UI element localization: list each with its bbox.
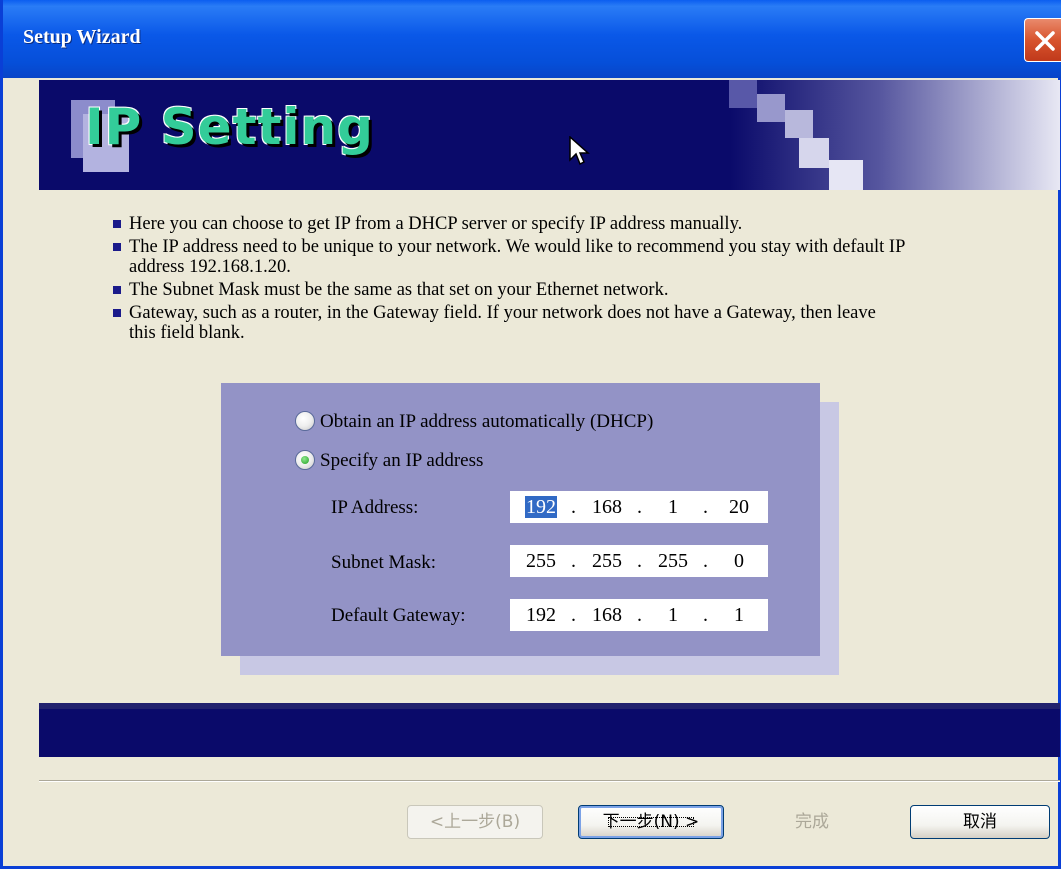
title-bar[interactable]: Setup Wizard <box>3 0 1061 78</box>
instructions-list: Here you can choose to get IP from a DHC… <box>111 214 971 346</box>
banner-title: IP Setting <box>85 98 374 156</box>
gateway-octet-3[interactable]: 1 <box>651 604 695 627</box>
dhcp-label: Obtain an IP address automatically (DHCP… <box>320 411 654 432</box>
instruction-item: Here you can choose to get IP from a DHC… <box>111 214 971 234</box>
subnet-octet-2[interactable]: 255 <box>585 550 629 573</box>
default-gateway-label: Default Gateway: <box>331 605 466 626</box>
finish-button[interactable]: 完成 <box>744 805 880 839</box>
mouse-pointer-icon <box>569 136 590 166</box>
subnet-octet-3[interactable]: 255 <box>651 550 695 573</box>
subnet-octet-4[interactable]: 0 <box>717 550 761 573</box>
banner-tile <box>729 80 757 108</box>
ip-address-field[interactable]: 192 . 168 . 1 . 20 <box>510 491 768 523</box>
dhcp-option[interactable]: Obtain an IP address automatically (DHCP… <box>295 410 654 437</box>
ip-octet-2[interactable]: 168 <box>585 496 629 519</box>
subnet-octet-1[interactable]: 255 <box>519 550 563 573</box>
specify-radio[interactable] <box>295 449 315 470</box>
close-icon <box>1035 31 1055 51</box>
window-title: Setup Wizard <box>23 26 141 48</box>
gateway-octet-1[interactable]: 192 <box>519 604 563 627</box>
cancel-button[interactable]: 取消 <box>910 805 1050 839</box>
specify-option[interactable]: Specify an IP address <box>295 449 484 476</box>
banner-tile <box>785 110 813 138</box>
gateway-octet-2[interactable]: 168 <box>585 604 629 627</box>
close-button[interactable] <box>1024 18 1061 62</box>
banner-tile <box>799 138 829 168</box>
instruction-item: The Subnet Mask must be the same as that… <box>111 280 971 300</box>
divider <box>39 781 1060 782</box>
next-button[interactable]: 下一步(N) > <box>578 805 724 839</box>
back-button[interactable]: <上一步(B) <box>407 805 543 839</box>
ip-settings-panel: Obtain an IP address automatically (DHCP… <box>221 383 820 656</box>
instruction-item: The IP address need to be unique to your… <box>111 237 949 277</box>
dhcp-radio[interactable] <box>295 410 315 431</box>
subnet-mask-field[interactable]: 255 . 255 . 255 . 0 <box>510 545 768 577</box>
ip-octet-3[interactable]: 1 <box>651 496 695 519</box>
header-banner: IP Setting <box>39 80 1060 190</box>
next-button-label: 下一步(N) > <box>602 812 700 832</box>
subnet-mask-label: Subnet Mask: <box>331 552 437 573</box>
ip-octet-1[interactable]: 192 <box>519 496 563 519</box>
default-gateway-field[interactable]: 192 . 168 . 1 . 1 <box>510 599 768 631</box>
ip-octet-4[interactable]: 20 <box>717 496 761 519</box>
banner-tile <box>829 160 863 190</box>
banner-tile <box>757 94 785 122</box>
setup-wizard-window: Setup Wizard IP Setting Here you can cho… <box>0 0 1061 869</box>
ip-address-label: IP Address: <box>331 497 419 518</box>
footer-band <box>39 709 1060 757</box>
gateway-octet-4[interactable]: 1 <box>717 604 761 627</box>
specify-label: Specify an IP address <box>320 450 484 471</box>
instruction-item: Gateway, such as a router, in the Gatewa… <box>111 303 899 343</box>
